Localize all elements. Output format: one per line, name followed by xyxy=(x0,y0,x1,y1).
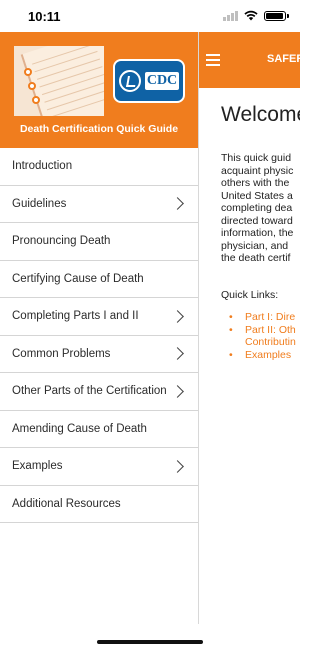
menu-item-common-problems[interactable]: Common Problems xyxy=(0,336,198,373)
cdc-logo-text: CDC xyxy=(144,72,180,90)
status-icons xyxy=(223,10,289,21)
menu-item-label: Guidelines xyxy=(12,197,67,210)
menu-item-guidelines[interactable]: Guidelines xyxy=(0,186,198,223)
link-text: Part I: Dire xyxy=(245,311,296,323)
drawer-menu: Introduction Guidelines Pronouncing Deat… xyxy=(0,148,198,523)
intro-line: completing dea xyxy=(221,202,293,214)
chevron-right-icon xyxy=(171,384,184,398)
intro-line: directed toward xyxy=(221,214,293,227)
intro-line: acquaint physic xyxy=(221,164,294,177)
intro-paragraph: This quick guid acquaint physic others w… xyxy=(221,152,300,265)
menu-item-completing-parts[interactable]: Completing Parts I and II xyxy=(0,298,198,336)
chevron-right-icon xyxy=(171,347,184,361)
battery-icon xyxy=(264,10,289,21)
menu-item-label: Additional Resources xyxy=(12,497,121,510)
wifi-icon xyxy=(244,10,258,21)
quick-link-examples[interactable]: Examples xyxy=(229,349,296,362)
intro-line: This quick guid xyxy=(221,152,292,164)
menu-item-additional-resources[interactable]: Additional Resources xyxy=(0,486,198,523)
intro-line: physician, and xyxy=(221,239,289,252)
chevron-right-icon xyxy=(171,197,184,211)
menu-item-label: Pronouncing Death xyxy=(12,235,111,248)
home-indicator[interactable] xyxy=(97,640,203,644)
menu-item-label: Amending Cause of Death xyxy=(12,422,147,435)
main-content: SAFER Welcome This quick guid acquaint p… xyxy=(199,32,300,624)
menu-icon[interactable] xyxy=(206,54,220,69)
main-navbar: SAFER xyxy=(199,32,300,88)
menu-item-other-parts[interactable]: Other Parts of the Certification xyxy=(0,373,198,411)
menu-item-label: Examples xyxy=(12,460,63,473)
menu-item-label: Introduction xyxy=(12,160,73,173)
menu-item-certifying-cause[interactable]: Certifying Cause of Death xyxy=(0,261,198,298)
status-time: 10:11 xyxy=(28,9,61,24)
intro-line: information, the xyxy=(221,227,294,239)
certificate-image xyxy=(14,46,104,116)
quick-link-part-i[interactable]: Part I: Dire xyxy=(229,311,296,324)
quick-link-part-ii[interactable]: Part II: Oth Contributin xyxy=(229,324,296,349)
menu-item-label: Other Parts of the Certification xyxy=(12,385,167,398)
menu-item-pronouncing-death[interactable]: Pronouncing Death xyxy=(0,223,198,261)
hhs-eagle-icon xyxy=(118,70,141,92)
chevron-right-icon xyxy=(171,459,184,473)
cellular-signal-icon xyxy=(223,10,238,21)
link-text: Part II: Oth xyxy=(245,323,296,336)
drawer-header: CDC Death Certification Quick Guide xyxy=(0,32,198,148)
drawer-title: Death Certification Quick Guide xyxy=(19,123,179,135)
cdc-logo: CDC xyxy=(113,59,185,103)
menu-item-label: Completing Parts I and II xyxy=(12,310,139,323)
welcome-heading: Welcome xyxy=(221,103,300,126)
intro-line: the death certif xyxy=(221,252,291,264)
menu-item-examples[interactable]: Examples xyxy=(0,448,198,486)
status-bar: 10:11 xyxy=(0,0,300,32)
intro-line: United States a xyxy=(221,189,293,202)
menu-item-amending-cause[interactable]: Amending Cause of Death xyxy=(0,411,198,448)
navigation-drawer: CDC Death Certification Quick Guide Intr… xyxy=(0,32,199,624)
link-text: Contributin xyxy=(245,336,296,348)
home-indicator-area xyxy=(0,624,300,649)
chevron-right-icon xyxy=(171,309,184,323)
link-text: Examples xyxy=(245,348,292,361)
menu-item-label: Certifying Cause of Death xyxy=(12,272,144,285)
menu-item-introduction[interactable]: Introduction xyxy=(0,148,198,186)
nav-title: SAFER xyxy=(267,53,300,65)
quick-links-label: Quick Links: xyxy=(221,289,279,301)
menu-item-label: Common Problems xyxy=(12,347,111,360)
quick-links-list: Part I: Dire Part II: Oth Contributin Ex… xyxy=(229,311,296,361)
intro-line: others with the xyxy=(221,177,290,189)
